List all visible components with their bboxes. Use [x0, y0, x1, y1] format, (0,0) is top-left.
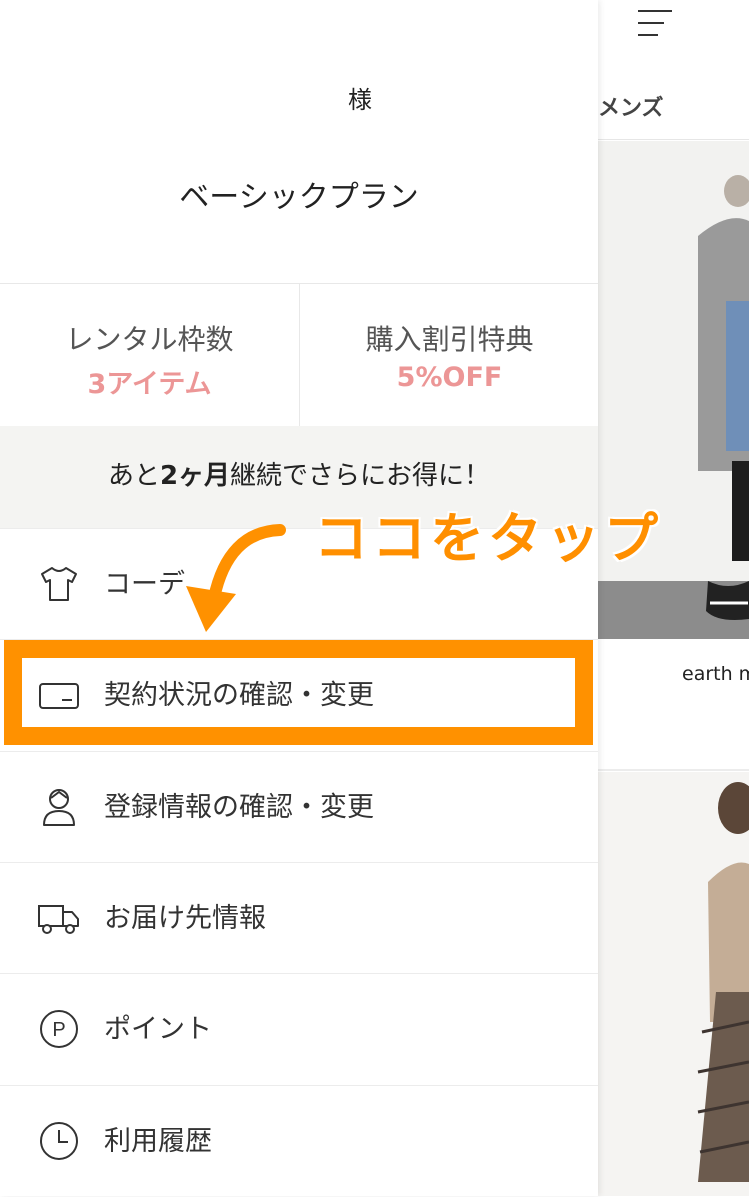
divider	[598, 769, 749, 771]
promo-months: 2ヶ月	[159, 461, 231, 491]
promo-suffix: 継続でさらにお得に！	[230, 461, 491, 491]
benefit-label: レンタル枠数	[65, 323, 234, 356]
user-name-suffix: 様	[348, 86, 372, 114]
menu-item-label: 登録情報の確認・変更	[104, 792, 374, 823]
tab-mens[interactable]: メンズ	[598, 90, 664, 122]
arrow-icon	[186, 524, 286, 632]
benefit-value: 3アイテム	[87, 369, 212, 400]
plan-name: ベーシックプラン	[0, 172, 598, 216]
background-page: メンズ earth m	[598, 0, 749, 1196]
promo-prefix: あと	[107, 461, 160, 491]
menu-item-points[interactable]: P ポイント	[0, 973, 598, 1085]
menu-item-label: お届け先情報	[104, 903, 266, 934]
menu-item-usage-history[interactable]: 利用履歴	[0, 1085, 598, 1197]
benefit-purchase-discount: 購入割引特典 5%OFF	[299, 284, 599, 427]
plan-benefits: レンタル枠数 3アイテム 購入割引特典 5%OFF	[0, 283, 598, 427]
menu-item-registration-info[interactable]: 登録情報の確認・変更	[0, 751, 598, 863]
benefit-label: 購入割引特典	[365, 323, 534, 356]
benefit-rental-slots: レンタル枠数 3アイテム	[0, 284, 299, 427]
menu-item-delivery-info[interactable]: お届け先情報	[0, 862, 598, 974]
user-icon	[43, 789, 75, 826]
point-p-icon: P	[40, 1010, 78, 1048]
product-brand[interactable]: earth m	[682, 663, 749, 685]
divider	[598, 139, 749, 140]
tap-here-callout: ココをタップ	[314, 507, 662, 570]
truck-icon	[38, 905, 79, 934]
plan-name-text: ベーシックプラン	[179, 180, 419, 215]
svg-text:P: P	[52, 1019, 65, 1041]
menu-item-label: 利用履歴	[104, 1126, 212, 1157]
product-photo[interactable]	[598, 772, 749, 1196]
tap-highlight-box	[4, 640, 593, 745]
clock-icon	[40, 1122, 78, 1160]
menu-item-label: ポイント	[104, 1014, 212, 1045]
tshirt-icon	[41, 567, 77, 601]
benefit-value: 5%OFF	[396, 362, 503, 393]
hamburger-menu-icon[interactable]	[638, 8, 672, 38]
